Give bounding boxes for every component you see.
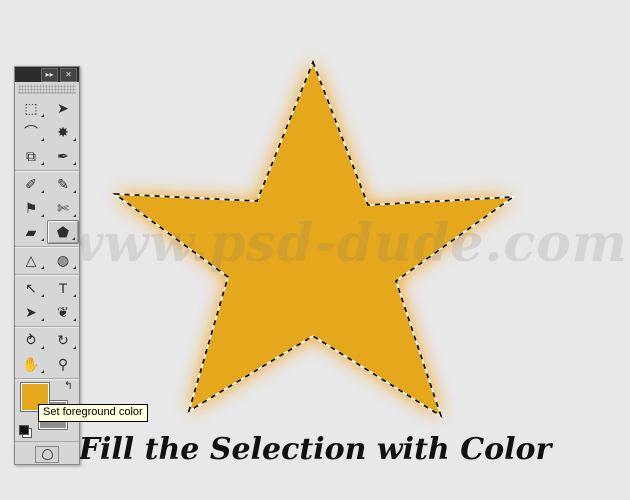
- tool-submenu-indicator: [41, 162, 44, 165]
- tool-groups: ⬚ ➤ ⌒ ✸ ⧉ ✒ ✐ ✎ ⚑ ✄ ▰ ⬟ △ ◍ ↖ T ➤ ❦ ⥁ ↻ ✋ ⚲: [15, 95, 79, 379]
- tooltip: Set foreground color: [38, 404, 148, 422]
- tool-row: △ ◍: [15, 248, 79, 272]
- tool-row: ➤ ❦: [15, 300, 79, 324]
- blur-tool-icon: ◍: [56, 252, 70, 268]
- tool-row: ⬚ ➤: [15, 96, 79, 120]
- palette-drag-grip[interactable]: [18, 84, 76, 94]
- brush-tool-icon: ✎: [57, 176, 69, 192]
- tool-submenu-indicator: [73, 138, 76, 141]
- zoom-tool[interactable]: ⚲: [47, 352, 79, 376]
- tool-submenu-indicator: [73, 162, 76, 165]
- path-selection-tool[interactable]: ➤: [15, 300, 47, 324]
- close-icon[interactable]: ✕: [60, 67, 77, 82]
- tool-submenu-indicator: [41, 318, 44, 321]
- tool-submenu-indicator: [41, 266, 44, 269]
- tool-group-0: ⬚ ➤ ⌒ ✸ ⧉ ✒: [15, 95, 79, 171]
- lasso-tool-icon: ⌒: [24, 124, 38, 140]
- tool-row: ⧉ ✒: [15, 144, 79, 168]
- tool-submenu-indicator: [41, 138, 44, 141]
- 3d-camera-rotate-tool-icon: ↻: [57, 332, 69, 348]
- tool-submenu-indicator: [41, 114, 44, 117]
- photoshop-canvas-screenshot: www.psd-dude.com Fill the Selection with…: [0, 0, 630, 500]
- artwork-area: [0, 0, 630, 500]
- tool-submenu-indicator: [73, 266, 76, 269]
- tool-submenu-indicator: [41, 370, 44, 373]
- history-brush-tool-icon: ✄: [57, 200, 69, 216]
- tool-submenu-indicator: [72, 237, 75, 240]
- gradient-tool-icon: △: [25, 252, 37, 268]
- custom-shape-tool[interactable]: ❦: [47, 300, 79, 324]
- custom-shape-tool-icon: ❦: [57, 304, 69, 320]
- tool-row: ▰ ⬟: [15, 220, 79, 244]
- path-selection-tool-icon: ➤: [25, 304, 37, 320]
- palette-titlebar[interactable]: ▸▸ ✕: [15, 67, 79, 82]
- pen-tool-icon: ↖: [25, 280, 37, 296]
- eyedropper-tool-icon: ✒: [57, 148, 69, 164]
- tool-submenu-indicator: [73, 294, 76, 297]
- crop-tool-icon: ⧉: [26, 148, 36, 164]
- tool-group-1: ✐ ✎ ⚑ ✄ ▰ ⬟: [15, 171, 79, 247]
- 3d-object-rotate-tool-icon: ⥁: [26, 332, 36, 348]
- magic-wand-tool[interactable]: ✸: [47, 120, 79, 144]
- quick-mask-toggle[interactable]: [15, 441, 79, 464]
- tool-row: ✐ ✎: [15, 172, 79, 196]
- tool-submenu-indicator: [41, 294, 44, 297]
- zoom-tool-icon: ⚲: [57, 356, 69, 372]
- eraser-tool-icon: ▰: [25, 224, 37, 240]
- brush-tool[interactable]: ✎: [47, 172, 79, 196]
- blur-tool[interactable]: ◍: [47, 248, 79, 272]
- tool-group-4: ⥁ ↻ ✋ ⚲: [15, 327, 79, 379]
- move-tool-icon: ➤: [57, 100, 69, 116]
- eyedropper-tool[interactable]: ✒: [47, 144, 79, 168]
- pen-tool[interactable]: ↖: [15, 276, 47, 300]
- 3d-object-rotate-tool[interactable]: ⥁: [15, 328, 47, 352]
- spot-healing-brush-tool[interactable]: ✐: [15, 172, 47, 196]
- clone-stamp-tool[interactable]: ⚑: [15, 196, 47, 220]
- tool-submenu-indicator: [41, 238, 44, 241]
- quick-mask-icon[interactable]: [35, 445, 59, 463]
- magic-wand-tool-icon: ✸: [57, 124, 69, 140]
- tool-row: ⚑ ✄: [15, 196, 79, 220]
- rectangular-marquee-tool[interactable]: ⬚: [15, 96, 47, 120]
- tool-submenu-indicator: [73, 346, 76, 349]
- gradient-tool[interactable]: △: [15, 248, 47, 272]
- quick-mask-circle: [41, 448, 53, 460]
- spot-healing-brush-tool-icon: ✐: [25, 176, 37, 192]
- tool-submenu-indicator: [41, 214, 44, 217]
- horizontal-type-tool-icon: T: [58, 280, 68, 296]
- tool-submenu-indicator: [41, 190, 44, 193]
- eraser-tool[interactable]: ▰: [15, 220, 47, 244]
- tool-row: ⥁ ↻: [15, 328, 79, 352]
- crop-tool[interactable]: ⧉: [15, 144, 47, 168]
- caption-text: Fill the Selection with Color: [78, 432, 552, 467]
- tool-row: ⌒ ✸: [15, 120, 79, 144]
- hand-tool-icon: ✋: [22, 356, 40, 372]
- tool-row: ✋ ⚲: [15, 352, 79, 376]
- swap-colors-icon[interactable]: ↰: [64, 381, 73, 392]
- 3d-camera-rotate-tool[interactable]: ↻: [47, 328, 79, 352]
- clone-stamp-tool-icon: ⚑: [24, 200, 38, 216]
- lasso-tool[interactable]: ⌒: [15, 120, 47, 144]
- collapse-icon[interactable]: ▸▸: [41, 67, 58, 82]
- tool-submenu-indicator: [73, 318, 76, 321]
- tool-group-2: △ ◍: [15, 247, 79, 275]
- tool-row: ↖ T: [15, 276, 79, 300]
- star-shape: [112, 59, 516, 418]
- paint-bucket-tool-icon: ⬟: [56, 224, 70, 240]
- move-tool[interactable]: ➤: [47, 96, 79, 120]
- default-fg-square: [19, 425, 29, 435]
- history-brush-tool[interactable]: ✄: [47, 196, 79, 220]
- tool-submenu-indicator: [73, 190, 76, 193]
- tool-group-3: ↖ T ➤ ❦: [15, 275, 79, 327]
- paint-bucket-tool[interactable]: ⬟: [47, 220, 79, 244]
- horizontal-type-tool[interactable]: T: [47, 276, 79, 300]
- tool-submenu-indicator: [73, 214, 76, 217]
- hand-tool[interactable]: ✋: [15, 352, 47, 376]
- default-colors-icon[interactable]: [19, 425, 32, 438]
- rectangular-marquee-tool-icon: ⬚: [24, 100, 38, 116]
- tool-submenu-indicator: [41, 346, 44, 349]
